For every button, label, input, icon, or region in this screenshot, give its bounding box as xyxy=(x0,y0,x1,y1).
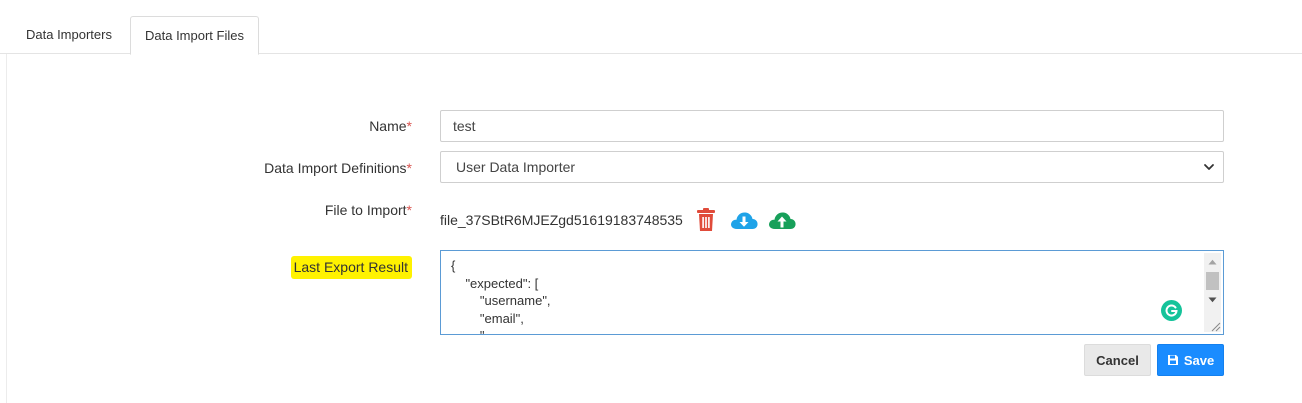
required-marker: * xyxy=(406,160,412,176)
save-button-label: Save xyxy=(1183,352,1215,368)
floppy-disk-icon xyxy=(1167,354,1179,366)
name-input[interactable]: test xyxy=(440,110,1224,142)
scrollbar-thumb[interactable] xyxy=(1206,272,1219,290)
last-export-result-label-text: Last Export Result xyxy=(290,256,412,279)
definitions-label: Data Import Definitions* xyxy=(264,160,412,176)
page: Data Importers Data Import Files Name* t… xyxy=(0,0,1302,403)
definitions-select[interactable]: User Data Importer xyxy=(440,151,1224,183)
tab-data-importers[interactable]: Data Importers xyxy=(12,16,130,54)
scroll-down-arrow-icon[interactable] xyxy=(1204,291,1221,308)
last-export-result-content: { "expected": [ "username", "email", "..… xyxy=(451,258,551,334)
cloud-download-icon[interactable] xyxy=(729,207,759,233)
name-label-text: Name xyxy=(369,118,407,134)
resize-handle-icon[interactable] xyxy=(1209,320,1221,332)
chevron-down-icon xyxy=(1204,164,1214,170)
last-export-result-textarea[interactable]: { "expected": [ "username", "email", "..… xyxy=(440,250,1224,335)
name-label: Name* xyxy=(369,118,412,134)
name-input-value: test xyxy=(453,118,476,134)
file-name: file_37SBtR6MJEZgd51619183748535 xyxy=(440,212,683,228)
tab-bar: Data Importers Data Import Files xyxy=(0,0,1302,55)
required-marker: * xyxy=(406,202,412,218)
scroll-up-arrow-icon[interactable] xyxy=(1204,253,1221,270)
definitions-label-text: Data Import Definitions xyxy=(264,160,407,176)
last-export-result-label: Last Export Result xyxy=(290,256,412,279)
cancel-button[interactable]: Cancel xyxy=(1084,344,1151,376)
cloud-upload-icon[interactable] xyxy=(767,207,797,233)
cancel-button-label: Cancel xyxy=(1096,352,1139,368)
trash-icon[interactable] xyxy=(691,207,721,233)
required-marker: * xyxy=(406,118,412,134)
definitions-select-value: User Data Importer xyxy=(456,159,576,175)
file-label-text: File to Import xyxy=(324,202,407,218)
grammarly-icon[interactable] xyxy=(1161,300,1182,321)
tab-data-import-files[interactable]: Data Import Files xyxy=(130,16,259,55)
file-label: File to Import* xyxy=(325,202,412,218)
file-row: file_37SBtR6MJEZgd51619183748535 xyxy=(440,206,805,234)
save-button[interactable]: Save xyxy=(1157,344,1224,376)
